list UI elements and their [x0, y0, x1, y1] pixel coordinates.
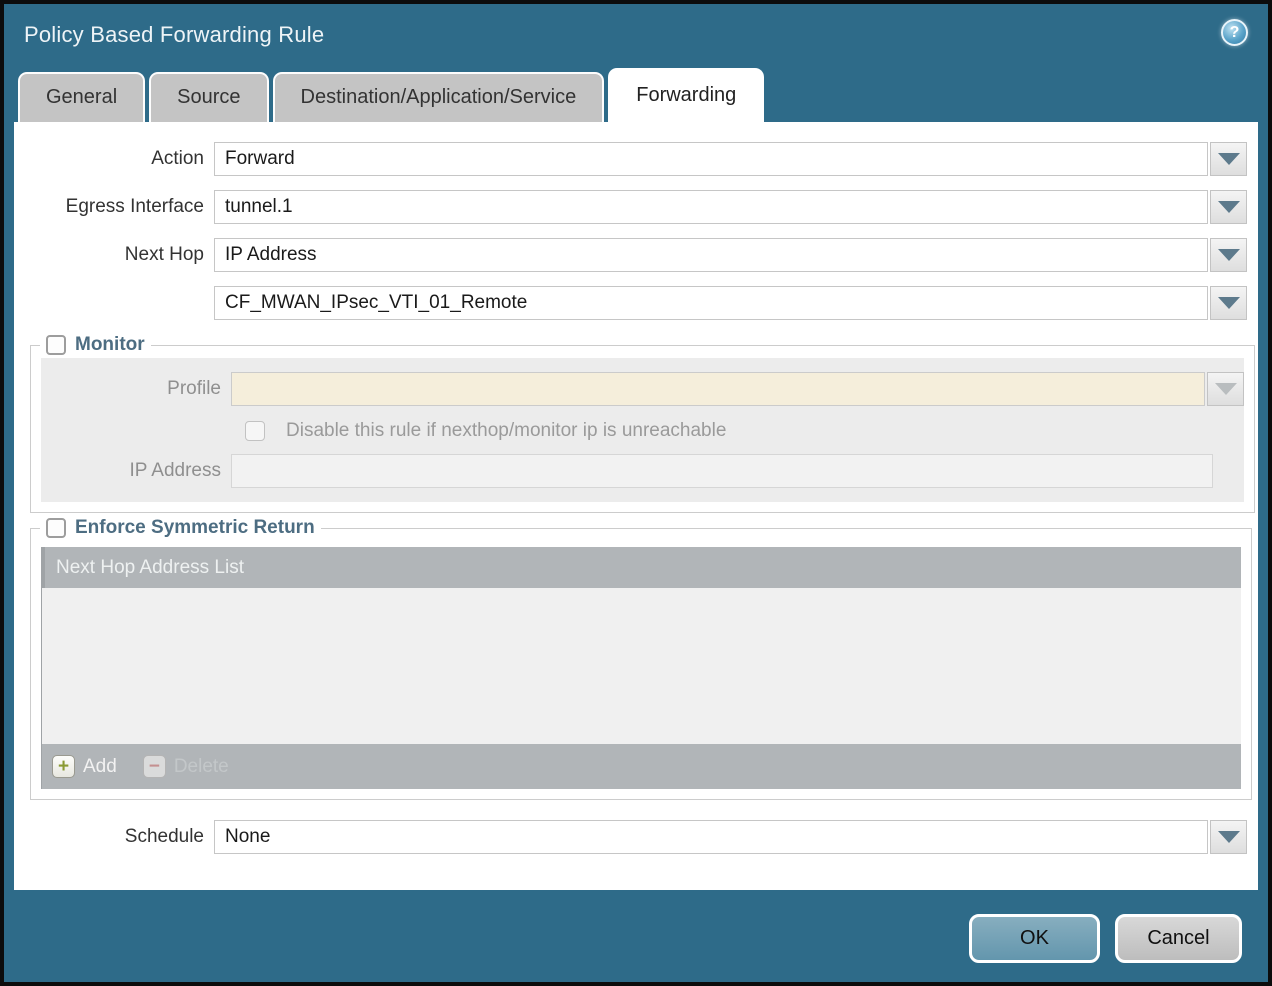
monitor-title: Monitor [75, 334, 145, 356]
dialog-titlebar: Policy Based Forwarding Rule ? [4, 4, 1268, 68]
next-hop-type-select[interactable]: IP Address [214, 238, 1208, 272]
chevron-down-icon [1218, 249, 1240, 261]
egress-interface-dropdown-button[interactable] [1210, 190, 1247, 224]
next-hop-address-dropdown-button[interactable] [1210, 286, 1247, 320]
disable-rule-row: Disable this rule if nexthop/monitor ip … [245, 420, 1244, 442]
next-hop-address-list-header: Next Hop Address List [42, 547, 1241, 588]
schedule-label: Schedule [14, 826, 214, 848]
disable-rule-checkbox [245, 421, 265, 441]
tab-source[interactable]: Source [149, 72, 268, 122]
egress-interface-label: Egress Interface [14, 196, 214, 218]
delete-button-label: Delete [174, 756, 229, 778]
profile-dropdown-button [1207, 372, 1244, 406]
profile-label: Profile [41, 378, 231, 400]
chevron-down-icon [1215, 383, 1237, 395]
delete-button: − Delete [143, 755, 229, 778]
action-dropdown-button[interactable] [1210, 142, 1247, 176]
plus-icon: + [52, 755, 75, 778]
next-hop-address-list-body[interactable] [42, 588, 1241, 744]
schedule-dropdown-button[interactable] [1210, 820, 1247, 854]
chevron-down-icon [1218, 297, 1240, 309]
add-button-label: Add [83, 756, 117, 778]
next-hop-row: Next Hop IP Address [14, 238, 1258, 272]
action-select[interactable]: Forward [214, 142, 1208, 176]
next-hop-address-row: CF_MWAN_IPsec_VTI_01_Remote [14, 286, 1258, 320]
dialog-footer: OK Cancel [4, 890, 1268, 986]
egress-interface-select[interactable]: tunnel.1 [214, 190, 1208, 224]
enforce-symmetric-return-section: Enforce Symmetric Return Next Hop Addres… [30, 517, 1252, 800]
schedule-row: Schedule None [14, 820, 1258, 854]
disable-rule-label: Disable this rule if nexthop/monitor ip … [286, 420, 726, 442]
chevron-down-icon [1218, 153, 1240, 165]
tab-destination-application-service[interactable]: Destination/Application/Service [273, 72, 605, 122]
monitor-section: Monitor Profile Disable this rule if nex… [30, 334, 1255, 513]
next-hop-address-list-table: Next Hop Address List + Add − Delete [41, 547, 1241, 789]
enforce-legend: Enforce Symmetric Return [40, 517, 321, 539]
monitor-ip-address-row: IP Address [41, 454, 1244, 488]
schedule-select[interactable]: None [214, 820, 1208, 854]
next-hop-dropdown-button[interactable] [1210, 238, 1247, 272]
pbf-rule-dialog: Policy Based Forwarding Rule ? General S… [0, 0, 1272, 986]
enforce-title: Enforce Symmetric Return [75, 517, 315, 539]
dialog-title: Policy Based Forwarding Rule [24, 22, 324, 48]
next-hop-address-select[interactable]: CF_MWAN_IPsec_VTI_01_Remote [214, 286, 1208, 320]
egress-interface-row: Egress Interface tunnel.1 [14, 190, 1258, 224]
add-button[interactable]: + Add [52, 755, 117, 778]
action-label: Action [14, 148, 214, 170]
help-icon[interactable]: ? [1221, 19, 1248, 46]
monitor-ip-address-input [231, 454, 1213, 488]
next-hop-address-list-footer: + Add − Delete [42, 744, 1241, 789]
monitor-panel: Profile Disable this rule if nexthop/mon… [41, 358, 1244, 502]
cancel-button[interactable]: Cancel [1115, 914, 1242, 963]
tab-bar: General Source Destination/Application/S… [4, 68, 1268, 122]
monitor-checkbox[interactable] [46, 335, 66, 355]
forwarding-tab-panel: Action Forward Egress Interface tunnel.1… [14, 122, 1258, 890]
chevron-down-icon [1218, 201, 1240, 213]
monitor-legend: Monitor [40, 334, 151, 356]
action-row: Action Forward [14, 142, 1258, 176]
tab-general[interactable]: General [18, 72, 145, 122]
enforce-symmetric-return-checkbox[interactable] [46, 518, 66, 538]
next-hop-label: Next Hop [14, 244, 214, 266]
minus-icon: − [143, 755, 166, 778]
monitor-ip-address-label: IP Address [41, 460, 231, 482]
chevron-down-icon [1218, 831, 1240, 843]
ok-button[interactable]: OK [969, 914, 1100, 963]
tab-forwarding[interactable]: Forwarding [608, 68, 764, 122]
profile-row: Profile [41, 372, 1244, 406]
profile-select [231, 372, 1205, 406]
